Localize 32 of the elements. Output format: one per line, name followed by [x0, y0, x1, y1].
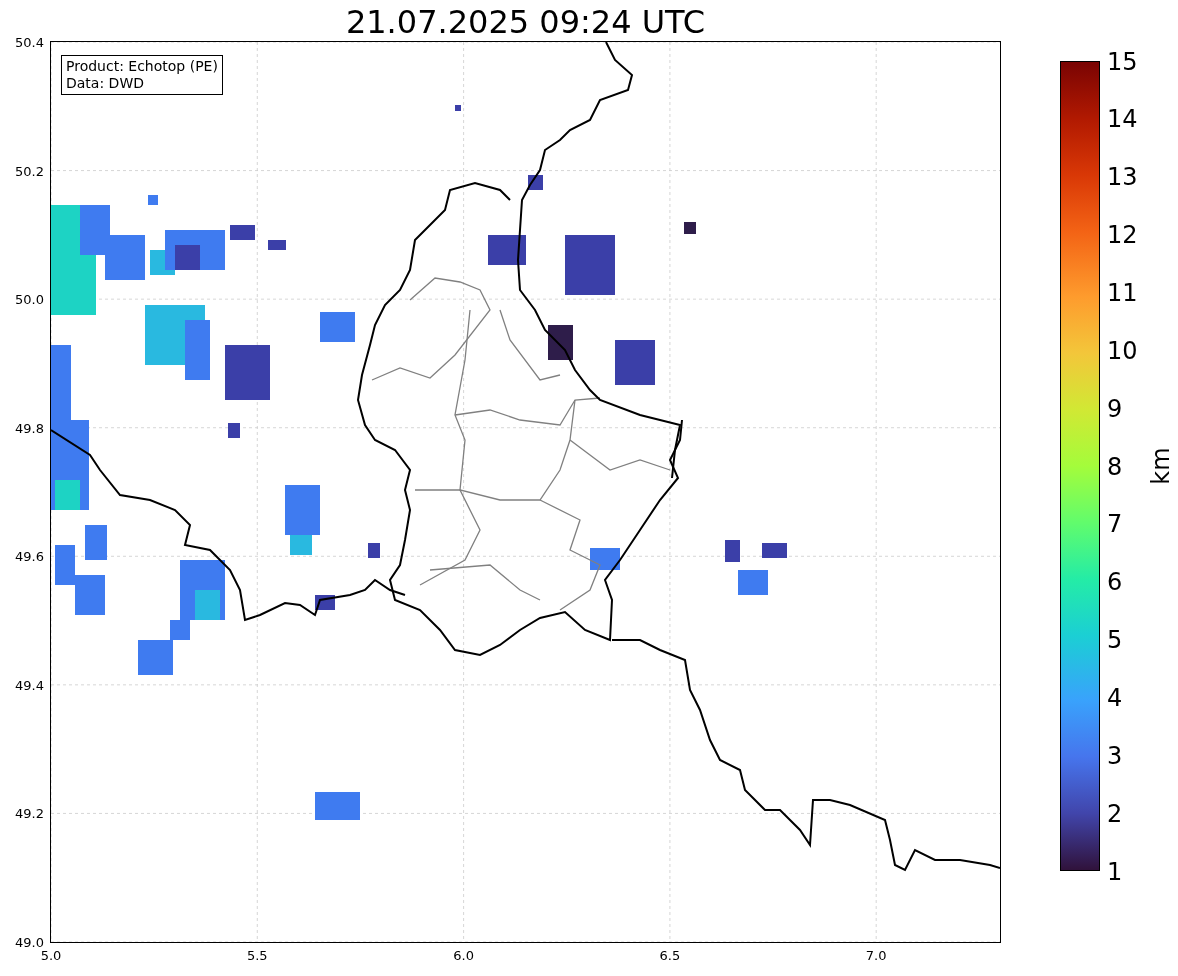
colorbar-tick-label: 6 [1107, 568, 1123, 597]
y-tick-label: 49.6 [15, 548, 44, 564]
colorbar-tick-label: 10 [1107, 336, 1138, 365]
x-tick-label: 5.5 [246, 948, 268, 963]
x-tick-label: 5.0 [40, 948, 62, 963]
colorbar-label: km [1146, 446, 1175, 485]
info-text: Product: Echotop (PE) [66, 58, 218, 75]
x-tick-label: 7.0 [865, 948, 887, 963]
colorbar-tick-label: 1 [1107, 857, 1123, 886]
y-tick-label: 50.2 [15, 163, 44, 179]
y-tick-label: 49.8 [15, 420, 44, 436]
colorbar-tick-label: 11 [1107, 278, 1138, 307]
colorbar-tick-label: 12 [1107, 221, 1138, 250]
chart-title: 21.07.2025 09:24 UTC [344, 2, 707, 42]
colorbar-tick-label: 13 [1107, 163, 1138, 192]
colorbar-tick-label: 7 [1107, 510, 1123, 539]
colorbar-tick-label: 3 [1107, 741, 1123, 770]
y-tick-label: 49.2 [15, 805, 44, 821]
y-tick-label: 49.0 [15, 934, 44, 950]
colorbar-tick-label: 8 [1107, 452, 1123, 481]
colorbar-tick-label: 5 [1107, 626, 1123, 655]
colorbar-tick-label: 2 [1107, 799, 1123, 828]
colorbar-tick-label: 9 [1107, 394, 1123, 423]
y-tick-label: 50.4 [15, 34, 44, 50]
y-tick-label: 50.0 [15, 291, 44, 307]
colorbar-tick-label: 14 [1107, 105, 1138, 134]
info-text: Data: DWD [66, 75, 145, 92]
y-tick-label: 49.4 [15, 677, 44, 693]
colorbar-tick-label: 15 [1107, 47, 1138, 76]
x-tick-label: 6.0 [453, 948, 474, 963]
x-tick-label: 6.5 [659, 948, 681, 963]
colorbar-tick-label: 4 [1107, 683, 1123, 712]
